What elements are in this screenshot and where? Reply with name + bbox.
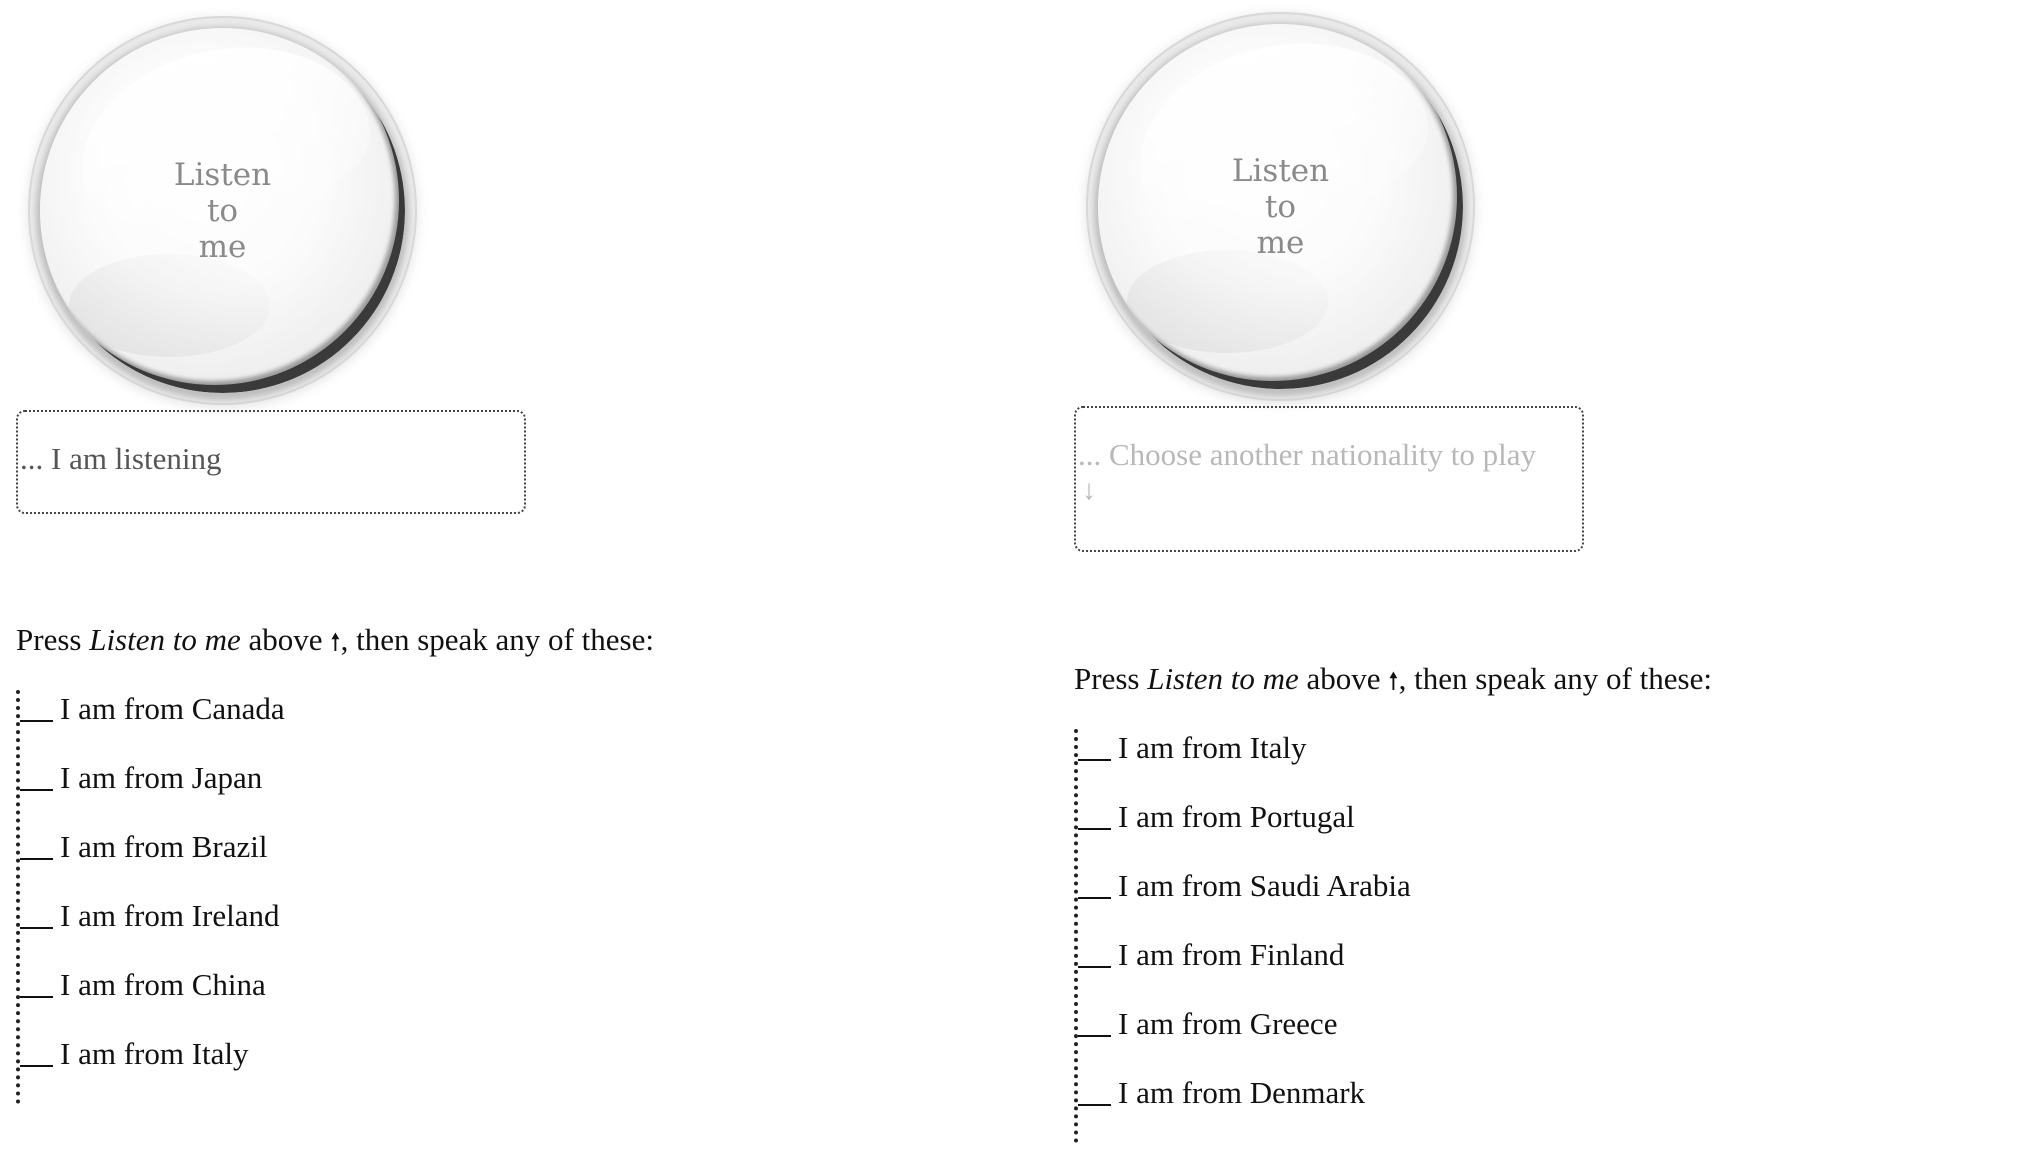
tree-branch-icon bbox=[20, 927, 53, 929]
phrase-text: I am from Brazil bbox=[60, 829, 268, 864]
phrase-list: I am from Canada I am from Japan I am fr… bbox=[16, 690, 285, 1104]
instructions-middle: above bbox=[240, 622, 331, 657]
listen-label-line-2: to bbox=[1264, 188, 1297, 225]
list-item: I am from Japan bbox=[20, 759, 285, 828]
up-arrow-icon: 🠕 bbox=[330, 628, 341, 656]
instructions-suffix: , then speak any of these: bbox=[1398, 661, 1712, 696]
instructions-prefix: Press bbox=[16, 622, 90, 657]
phrase-text: I am from China bbox=[60, 967, 266, 1002]
list-item: I am from China bbox=[20, 966, 285, 1035]
instructions-suffix: , then speak any of these: bbox=[340, 622, 654, 657]
status-box: ... Choose another nationality to play ↓ bbox=[1074, 406, 1584, 552]
instructions-emphasis: Listen to me bbox=[1147, 661, 1299, 696]
phrase-text: I am from Japan bbox=[60, 760, 263, 795]
phrase-text: I am from Saudi Arabia bbox=[1118, 868, 1411, 903]
phrase-text: I am from Denmark bbox=[1118, 1075, 1366, 1110]
down-arrow-icon: ↓ bbox=[1082, 475, 1096, 506]
listen-button-label: Listen to me bbox=[1098, 153, 1463, 261]
status-text: ... I am listening bbox=[20, 441, 222, 476]
list-item: I am from Italy bbox=[20, 1035, 285, 1104]
listen-label-line-1: Listen bbox=[1231, 152, 1330, 189]
listen-to-me-button[interactable]: Listen to me bbox=[1098, 24, 1463, 389]
instructions-text: Press Listen to me above 🠕, then speak a… bbox=[16, 621, 654, 661]
tree-branch-icon bbox=[1078, 966, 1111, 968]
phrase-text: I am from Finland bbox=[1118, 937, 1345, 972]
list-item: I am from Greece bbox=[1078, 1005, 1411, 1074]
tree-branch-icon bbox=[20, 720, 53, 722]
tree-branch-icon bbox=[20, 858, 53, 860]
up-arrow-icon: 🠕 bbox=[1388, 667, 1399, 695]
instructions-text: Press Listen to me above 🠕, then speak a… bbox=[1074, 660, 1712, 700]
speech-panel-right: Listen to me ... Choose another national… bbox=[1058, 0, 2037, 1152]
list-item: I am from Italy bbox=[1078, 729, 1411, 798]
phrase-text: I am from Italy bbox=[60, 1036, 249, 1071]
phrase-text: I am from Canada bbox=[60, 691, 285, 726]
instructions-prefix: Press bbox=[1074, 661, 1148, 696]
list-item: I am from Brazil bbox=[20, 828, 285, 897]
speech-panel-left: Listen to me ... I am listening Press Li… bbox=[0, 0, 1000, 1152]
list-item: I am from Finland bbox=[1078, 936, 1411, 1005]
listen-label-line-3: me bbox=[1256, 224, 1305, 261]
tree-branch-icon bbox=[20, 1065, 53, 1067]
phrase-list: I am from Italy I am from Portugal I am … bbox=[1074, 729, 1411, 1143]
listen-label-line-3: me bbox=[198, 228, 247, 265]
tree-branch-icon bbox=[1078, 759, 1111, 761]
tree-branch-icon bbox=[1078, 1104, 1111, 1106]
instructions-middle: above bbox=[1298, 661, 1389, 696]
instructions-emphasis: Listen to me bbox=[89, 622, 241, 657]
listen-to-me-button[interactable]: Listen to me bbox=[40, 28, 405, 393]
phrase-text: I am from Italy bbox=[1118, 730, 1307, 765]
tree-branch-icon bbox=[1078, 1035, 1111, 1037]
phrase-text: I am from Ireland bbox=[60, 898, 280, 933]
listen-label-line-1: Listen bbox=[173, 156, 272, 193]
list-item: I am from Ireland bbox=[20, 897, 285, 966]
phrase-text: I am from Greece bbox=[1118, 1006, 1338, 1041]
phrase-text: I am from Portugal bbox=[1118, 799, 1355, 834]
list-item: I am from Saudi Arabia bbox=[1078, 867, 1411, 936]
tree-branch-icon bbox=[20, 996, 53, 998]
status-box: ... I am listening bbox=[16, 410, 526, 514]
tree-branch-icon bbox=[1078, 897, 1111, 899]
status-text: ... Choose another nationality to play bbox=[1078, 437, 1537, 472]
listen-label-line-2: to bbox=[206, 192, 239, 229]
listen-button-label: Listen to me bbox=[40, 157, 405, 265]
tree-branch-icon bbox=[1078, 828, 1111, 830]
tree-branch-icon bbox=[20, 789, 53, 791]
list-item: I am from Denmark bbox=[1078, 1074, 1411, 1143]
list-item: I am from Portugal bbox=[1078, 798, 1411, 867]
list-item: I am from Canada bbox=[20, 690, 285, 759]
